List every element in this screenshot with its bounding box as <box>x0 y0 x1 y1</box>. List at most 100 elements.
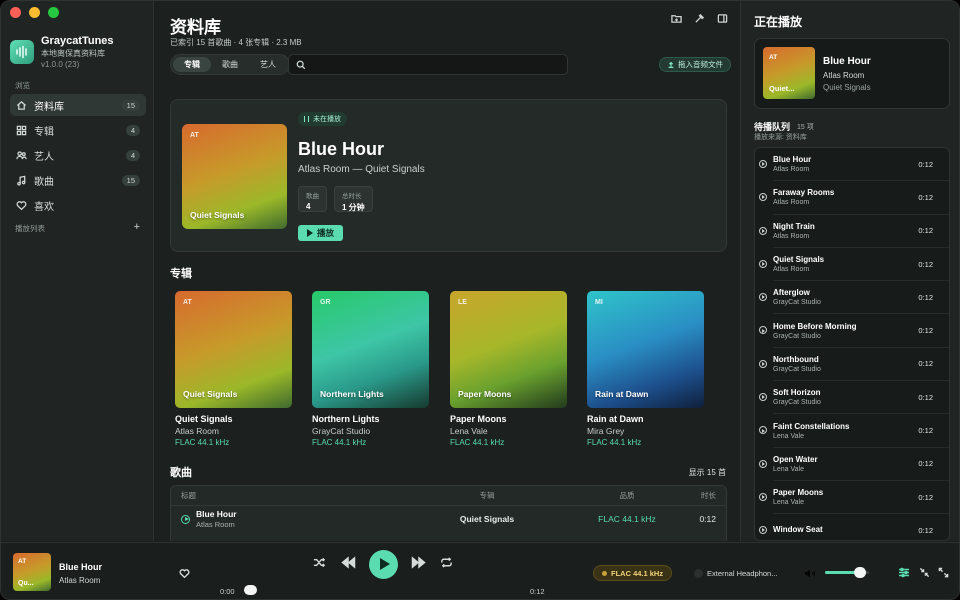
queue-item-artist: Lena Vale <box>773 465 805 473</box>
play-circle-icon[interactable] <box>759 359 767 368</box>
play-circle-icon[interactable] <box>759 293 767 302</box>
play-circle-icon[interactable] <box>759 193 767 202</box>
queue-item[interactable]: Faint Constellations Lena Vale 0:12 <box>759 414 949 448</box>
queue-item[interactable]: Night Train Atlas Room 0:12 <box>759 215 949 248</box>
previous-button[interactable] <box>341 556 356 572</box>
output-device-button[interactable]: External Headphon... <box>694 569 777 578</box>
play-circle-icon[interactable] <box>759 459 767 468</box>
sidebar-item-songs[interactable]: 歌曲 15 <box>10 169 146 191</box>
now-playing-art: AT Quiet... <box>763 47 815 99</box>
tab-albums[interactable]: 专辑 <box>173 57 211 72</box>
play-button[interactable]: 播放 <box>298 225 344 241</box>
add-playlist-button[interactable]: + <box>134 222 140 234</box>
pause-icon <box>304 116 309 122</box>
stat-value: 4 <box>306 202 311 211</box>
shuffle-button[interactable] <box>313 556 326 572</box>
songs-heading: 歌曲 <box>170 467 192 479</box>
queue-item[interactable]: Paper Moons Lena Vale 0:12 <box>759 481 949 515</box>
queue-item-title: Blue Hour <box>773 155 812 165</box>
play-pause-button[interactable] <box>369 550 398 579</box>
play-circle-icon[interactable] <box>181 514 190 524</box>
play-circle-icon[interactable] <box>759 526 767 535</box>
art-name: Quiet Signals <box>190 210 245 220</box>
album-card[interactable]: AT Quiet Signals Quiet Signals Atlas Roo… <box>175 291 292 447</box>
queue-item[interactable]: Window Seat 0:12 <box>759 514 949 540</box>
volume-button[interactable] <box>804 568 816 582</box>
tab-songs[interactable]: 歌曲 <box>211 57 249 72</box>
album-card[interactable]: MI Rain at Dawn Rain at Dawn Mira Grey F… <box>587 291 704 447</box>
sidebar-item-library[interactable]: 资料库 15 <box>10 94 146 116</box>
zoom-window-button[interactable] <box>48 7 59 18</box>
player-album-art[interactable]: AT Qu... <box>13 553 51 591</box>
queue-source: 播放来源: 资料库 <box>754 134 807 141</box>
queue-item-duration: 0:12 <box>918 359 933 369</box>
album-quality: FLAC 44.1 kHz <box>450 438 505 447</box>
col-duration[interactable]: 时长 <box>697 490 716 501</box>
browse-section-label: 浏览 <box>15 81 30 90</box>
repeat-button[interactable] <box>440 556 453 572</box>
tools-icon[interactable] <box>694 13 705 24</box>
backward-icon <box>341 556 356 569</box>
tab-artists[interactable]: 艺人 <box>249 57 287 72</box>
play-circle-icon[interactable] <box>759 393 767 402</box>
stat-value: 1 分钟 <box>342 203 365 212</box>
queue-item[interactable]: Blue Hour Atlas Room 0:12 <box>759 148 949 182</box>
album-card[interactable]: GR Northern Lights Northern Lights GrayC… <box>312 291 429 447</box>
heart-icon <box>16 200 27 210</box>
search-input[interactable] <box>312 60 560 69</box>
sidebar-item-favorites[interactable]: 喜欢 <box>10 194 146 216</box>
add-folder-icon[interactable] <box>671 13 682 24</box>
stat-label: 总时长 <box>342 193 362 200</box>
col-album[interactable]: 专辑 <box>417 490 557 501</box>
play-circle-icon[interactable] <box>759 259 767 268</box>
equalizer-button[interactable] <box>898 567 910 581</box>
favorite-button[interactable] <box>179 568 190 582</box>
album-title: Paper Moons <box>450 414 507 424</box>
play-circle-icon[interactable] <box>759 492 767 501</box>
progress-slider-handle[interactable] <box>244 585 257 595</box>
fullscreen-button[interactable] <box>938 567 949 581</box>
queue-item[interactable]: Home Before Morning GrayCat Studio 0:12 <box>759 314 949 348</box>
play-circle-icon[interactable] <box>759 226 767 235</box>
sidebar-item-albums[interactable]: 专辑 4 <box>10 119 146 141</box>
drop-audio-button[interactable]: 拖入音频文件 <box>659 57 731 72</box>
queue-item[interactable]: Afterglow GrayCat Studio 0:12 <box>759 281 949 315</box>
table-row[interactable]: Blue Hour Atlas Room Quiet Signals FLAC … <box>171 506 726 532</box>
album-card[interactable]: LE Paper Moons Paper Moons Lena Vale FLA… <box>450 291 567 447</box>
playlists-header: 播放列表 + <box>15 222 140 234</box>
album-art: GR Northern Lights <box>312 291 429 408</box>
play-circle-icon[interactable] <box>759 160 767 168</box>
now-playing-card: AT Quiet... Blue Hour Atlas Room Quiet S… <box>754 38 950 109</box>
queue-item[interactable]: Open Water Lena Vale 0:12 <box>759 448 949 481</box>
col-quality[interactable]: 品质 <box>557 490 697 501</box>
minimize-window-button[interactable] <box>29 7 40 18</box>
queue-item[interactable]: Northbound GrayCat Studio 0:12 <box>759 348 949 382</box>
album-artist: Mira Grey <box>587 426 625 436</box>
play-circle-icon[interactable] <box>759 426 767 435</box>
album-art: AT Quiet Signals <box>175 291 292 408</box>
queue-item[interactable]: Faraway Rooms Atlas Room 0:12 <box>759 181 949 215</box>
queue-item-artist: Atlas Room <box>773 232 810 240</box>
queue-item[interactable]: Quiet Signals Atlas Room 0:12 <box>759 248 949 282</box>
close-window-button[interactable] <box>10 7 21 18</box>
hero-album-art[interactable]: AT Quiet Signals <box>182 124 287 229</box>
volume-slider-handle[interactable] <box>854 567 867 578</box>
col-title[interactable]: 标题 <box>181 490 361 501</box>
queue-item-duration: 0:12 <box>918 459 933 469</box>
sidebar-toggle-icon[interactable] <box>717 13 728 24</box>
output-device-label: External Headphon... <box>707 569 778 578</box>
queue-item-title: Faint Constellations <box>773 421 850 431</box>
search-box <box>288 54 568 75</box>
toolbar <box>671 13 728 24</box>
queue-item-title: Night Train <box>773 221 815 231</box>
next-button[interactable] <box>411 556 426 572</box>
queue-item[interactable]: Soft Horizon GrayCat Studio 0:12 <box>759 381 949 415</box>
status-badge: 未在播放 <box>298 112 347 126</box>
queue-item-duration: 0:12 <box>918 159 933 169</box>
queue-item-title: Soft Horizon <box>773 388 821 398</box>
mini-player-button[interactable] <box>919 567 930 581</box>
play-circle-icon[interactable] <box>759 326 767 335</box>
hero-subtitle: Atlas Room — Quiet Signals <box>298 164 425 175</box>
sliders-icon <box>899 567 909 578</box>
sidebar-item-artists[interactable]: 艺人 4 <box>10 144 146 166</box>
